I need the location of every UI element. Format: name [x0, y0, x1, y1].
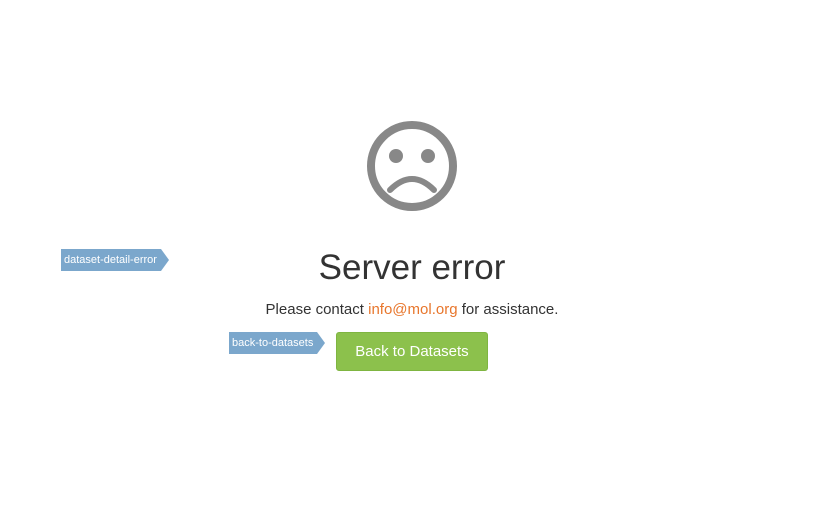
sad-face-icon — [366, 120, 458, 212]
message-prefix: Please contact — [265, 301, 364, 318]
page-title: Server error — [318, 248, 506, 287]
error-page: dataset-detail-error Server error Please… — [0, 0, 827, 508]
message-suffix: for assistance. — [461, 301, 559, 318]
error-message: Please contact info@mol.org for assistan… — [0, 300, 824, 320]
back-to-datasets-tag: back-to-datasets — [229, 332, 325, 354]
contact-email-link[interactable]: info@mol.org — [368, 301, 457, 318]
back-to-datasets-button[interactable]: Back to Datasets — [336, 332, 488, 371]
